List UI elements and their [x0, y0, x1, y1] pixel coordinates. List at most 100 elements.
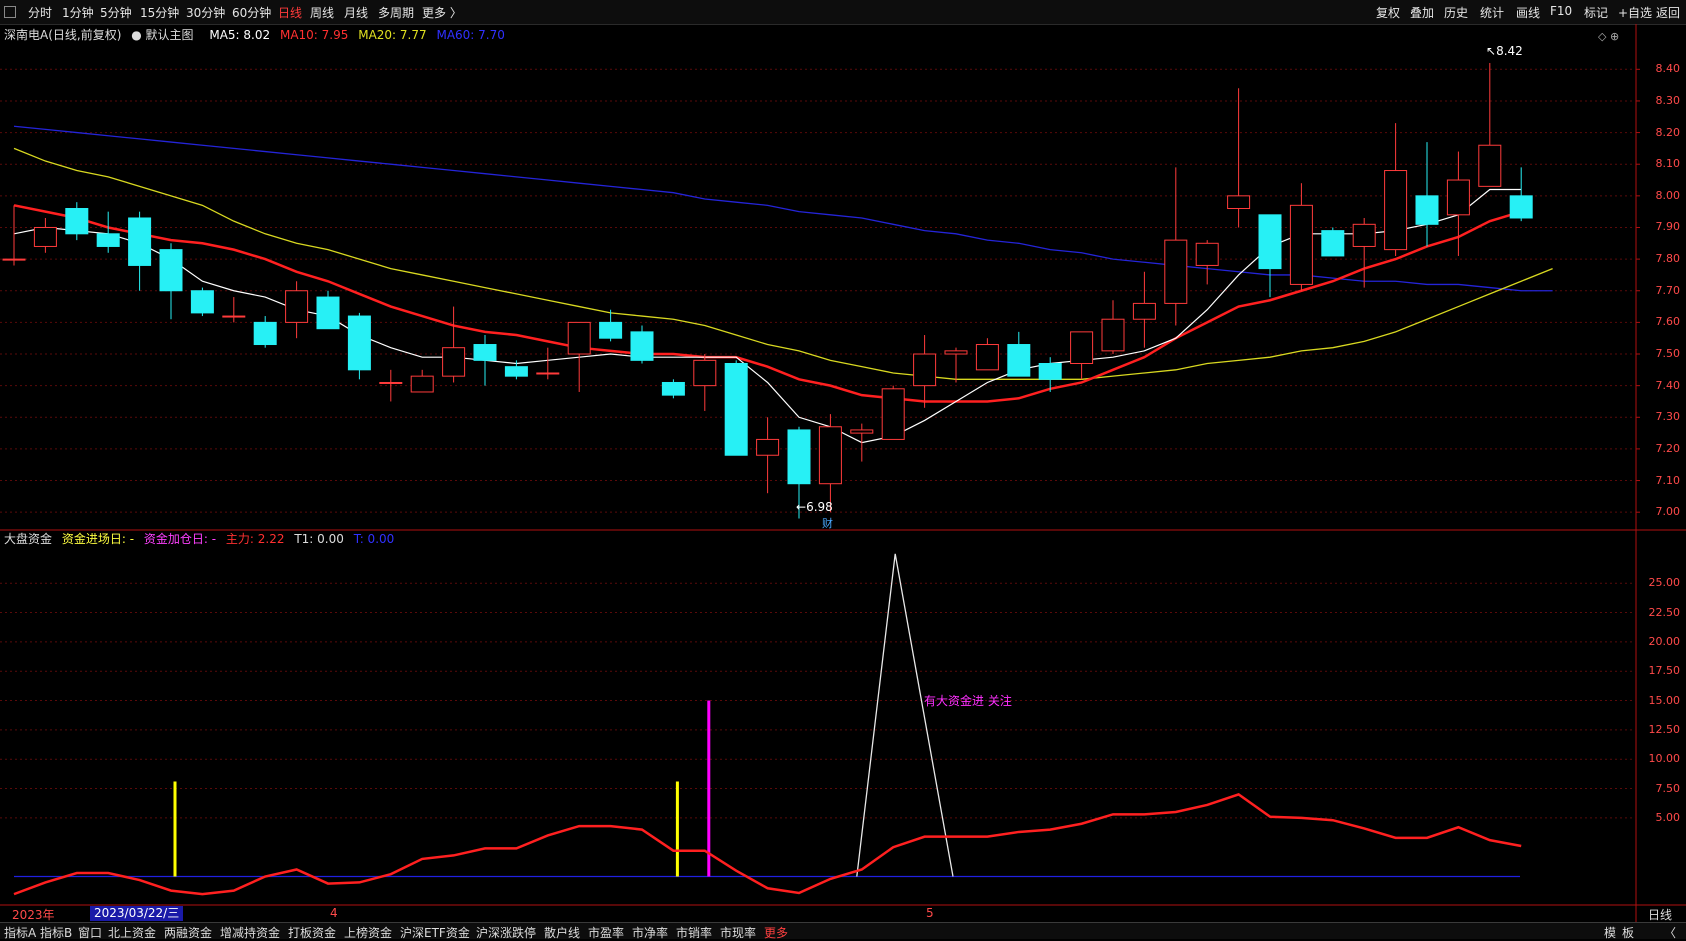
- chart-template-name: 默认主图: [145, 28, 194, 42]
- period-30min[interactable]: 30分钟: [186, 4, 225, 21]
- sub-tick-label: 12.50: [1648, 722, 1681, 736]
- tab-ps[interactable]: 市销率: [676, 924, 712, 941]
- period-indicator[interactable]: 日线: [1648, 906, 1672, 923]
- period-weekly[interactable]: 周线: [310, 4, 334, 21]
- sub-indicator-name[interactable]: 大盘资金: [4, 532, 52, 546]
- candle-body: [1195, 242, 1219, 266]
- toggle-checkbox[interactable]: [4, 6, 16, 18]
- price-tick-label: 8.30: [1655, 93, 1681, 107]
- period-more[interactable]: 更多 〉: [422, 4, 462, 21]
- tab-margin[interactable]: 两融资金: [164, 924, 212, 941]
- indicator-tabbar: 指标A 指标B 窗口 北上资金 两融资金 增减持资金 打板资金 上榜资金 沪深E…: [0, 922, 1686, 941]
- button-mark[interactable]: 标记: [1584, 4, 1608, 21]
- big-fund-signal: 有大资金进 关注: [924, 694, 1012, 708]
- candle-body: [599, 321, 623, 339]
- period-15min[interactable]: 15分钟: [140, 4, 179, 21]
- big-fund-spike: [856, 553, 954, 877]
- kline-chart[interactable]: [0, 0, 1686, 938]
- candle-body: [975, 344, 999, 371]
- t1-legend: T1: 0.00: [294, 532, 344, 546]
- candle-body: [1258, 214, 1282, 270]
- price-tick-label: 7.80: [1655, 252, 1681, 266]
- candle-body: [316, 296, 340, 330]
- period-multi[interactable]: 多周期: [378, 4, 414, 21]
- ma20-line: [13, 147, 1553, 380]
- button-f10[interactable]: F10: [1550, 4, 1572, 18]
- candle-body: [285, 290, 309, 323]
- price-tick-label: 7.10: [1655, 473, 1681, 487]
- candle-body: [473, 344, 497, 361]
- tab-northbound[interactable]: 北上资金: [108, 924, 156, 941]
- tab-pe[interactable]: 市盈率: [588, 924, 624, 941]
- price-tick-label: 7.40: [1655, 378, 1681, 392]
- candle-body: [724, 363, 748, 456]
- chart-template-label[interactable]: ● 默认主图: [131, 28, 199, 42]
- tab-pb[interactable]: 市净率: [632, 924, 668, 941]
- month-5-label: 5: [926, 906, 934, 920]
- high-price-marker: ↖8.42: [1486, 44, 1523, 58]
- candle-body: [410, 375, 434, 393]
- ma60-line: [13, 125, 1553, 292]
- tab-indicator-b[interactable]: 指标B: [40, 924, 72, 941]
- finance-flag[interactable]: 财: [822, 515, 833, 531]
- main-legend: 深南电A(日线,前复权) ● 默认主图 MA5: 8.02 MA10: 7.95…: [4, 26, 511, 42]
- tab-pcf[interactable]: 市现率: [720, 924, 756, 941]
- period-1min[interactable]: 1分钟: [62, 4, 94, 21]
- price-tick-label: 8.00: [1655, 188, 1681, 202]
- tab-retail-line[interactable]: 散户线: [544, 924, 580, 941]
- tab-top-list[interactable]: 上榜资金: [344, 924, 392, 941]
- board-button[interactable]: 板: [1622, 924, 1634, 941]
- collapse-button[interactable]: 〈: [1664, 924, 1676, 941]
- tab-indicator-a[interactable]: 指标A: [4, 924, 36, 941]
- ma5-legend: MA5: 8.02: [209, 28, 271, 42]
- tab-more[interactable]: 更多: [764, 924, 788, 941]
- tab-etf[interactable]: 沪深ETF资金: [400, 924, 470, 941]
- button-overlay[interactable]: 叠加: [1410, 4, 1434, 21]
- time-axis: 2023年 4 5: [0, 905, 1636, 922]
- price-tick-label: 7.20: [1655, 441, 1681, 455]
- period-60min[interactable]: 60分钟: [232, 4, 271, 21]
- candle-body: [1101, 318, 1125, 352]
- button-history[interactable]: 历史: [1444, 4, 1468, 21]
- candle-body: [159, 249, 183, 292]
- candle-body: [442, 347, 466, 377]
- candle-body: [567, 321, 591, 355]
- candle-body: [379, 381, 403, 384]
- candle-body: [96, 233, 120, 247]
- year-label: 2023年: [12, 908, 55, 922]
- candle-body: [1164, 239, 1188, 304]
- candle-body: [661, 381, 685, 396]
- sub-axis: 25.00 22.50 20.00 17.50 15.00 12.50 10.00 7.50 5…: [1636, 530, 1686, 905]
- candle-body: [1132, 302, 1156, 320]
- candle-body: [1384, 170, 1408, 251]
- period-monthly[interactable]: 月线: [344, 4, 368, 21]
- add-day-legend: 资金加仓日: -: [143, 532, 217, 546]
- template-button[interactable]: 模: [1604, 924, 1616, 941]
- period-fenshi[interactable]: 分时: [28, 4, 52, 21]
- candle-body: [2, 258, 26, 261]
- candle-body: [881, 388, 905, 440]
- candle-body: [1321, 230, 1345, 257]
- chart-options-icon[interactable]: ◇ ⊕: [1598, 30, 1619, 43]
- button-stats[interactable]: 统计: [1480, 4, 1504, 21]
- inflow-day-legend: 资金进场日: -: [61, 532, 135, 546]
- candle-body: [756, 438, 780, 456]
- stock-title: 深南电A(日线,前复权): [4, 28, 122, 42]
- cursor-date: 2023/03/22/三: [90, 906, 184, 921]
- tab-window[interactable]: 窗口: [78, 924, 102, 941]
- sub-tick-label: 25.00: [1648, 576, 1681, 590]
- tab-holding-change[interactable]: 增减持资金: [220, 924, 280, 941]
- ma60-legend: MA60: 7.70: [436, 28, 505, 42]
- button-draw[interactable]: 画线: [1516, 4, 1540, 21]
- candle-body: [504, 366, 528, 377]
- period-5min[interactable]: 5分钟: [100, 4, 132, 21]
- period-daily[interactable]: 日线: [278, 4, 302, 21]
- button-fuquan[interactable]: 复权: [1376, 4, 1400, 21]
- tab-limit-updown[interactable]: 沪深涨跌停: [476, 924, 536, 941]
- candle-body: [536, 372, 560, 375]
- candle-body: [693, 359, 717, 387]
- tab-limit-board[interactable]: 打板资金: [288, 924, 336, 941]
- candle-body: [347, 315, 371, 371]
- price-tick-label: 8.40: [1655, 62, 1681, 76]
- sub-tick-label: 7.50: [1655, 781, 1681, 795]
